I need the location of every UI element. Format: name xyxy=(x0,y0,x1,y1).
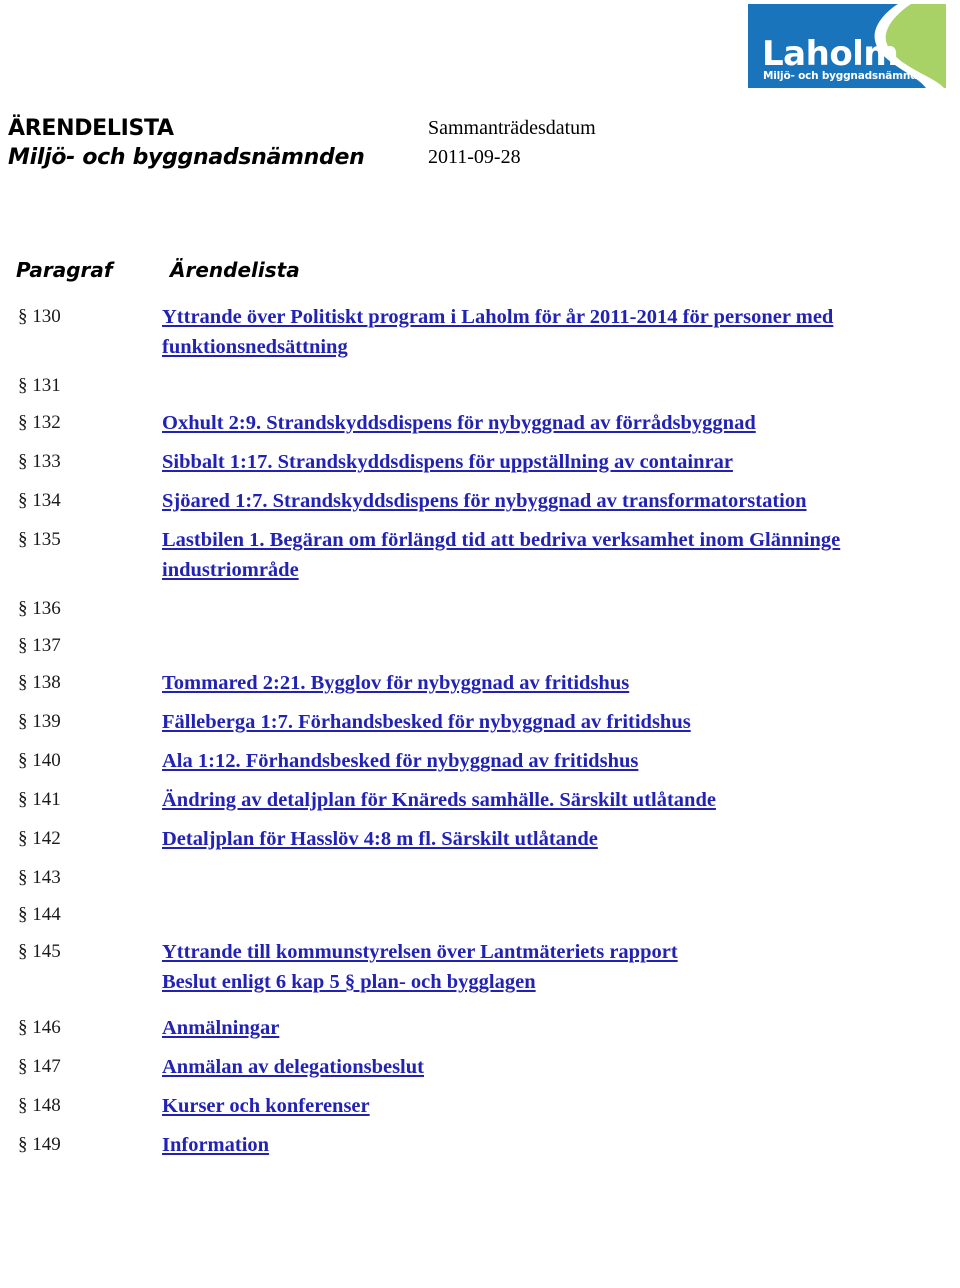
agenda-item-empty xyxy=(162,631,878,661)
paragraph-number: § 139 xyxy=(18,711,61,732)
paragraph-number: § 144 xyxy=(18,904,61,925)
paragraph-number: § 131 xyxy=(18,375,61,396)
agenda-row: § 138 Tommared 2:21. Bygglov för nybyggna… xyxy=(8,668,948,698)
column-header-agenda: Ärendelista xyxy=(170,258,300,282)
document-header: ÄRENDELISTA Sammanträdesdatum Miljö- och… xyxy=(8,116,948,174)
header-row-bottom: Miljö- och byggnadsnämnden 2011-09-28 xyxy=(8,145,948,174)
agenda-item-empty xyxy=(162,371,878,401)
agenda-row: § 137 xyxy=(8,631,948,661)
agenda-item-line[interactable]: Yttrande till kommunstyrelsen över Lantm… xyxy=(162,941,678,963)
paragraph-number: § 140 xyxy=(18,750,61,771)
committee-name: Miljö- och byggnadsnämnden xyxy=(8,145,365,170)
agenda-item-link[interactable]: Tommared 2:21. Bygglov för nybyggnad av … xyxy=(162,668,878,698)
agenda-item-link[interactable]: Ala 1:12. Förhandsbesked för nybyggnad a… xyxy=(162,746,878,776)
paragraph-number: § 134 xyxy=(18,490,61,511)
agenda-item-line[interactable]: Information xyxy=(162,1134,269,1156)
agenda-list: Paragraf Ärendelista § 130 Yttrande över … xyxy=(8,258,948,1169)
agenda-item-link[interactable]: Lastbilen 1. Begäran om förlängd tid att… xyxy=(162,525,878,585)
agenda-item-line[interactable]: Beslut enligt 6 kap 5 § plan- och byggla… xyxy=(162,971,536,993)
agenda-item-empty xyxy=(162,594,878,624)
agenda-row: § 141 Ändring av detaljplan för Knäreds s… xyxy=(8,785,948,815)
agenda-row: § 134 Sjöared 1:7. Strandskyddsdispens fö… xyxy=(8,486,948,516)
agenda-item-link[interactable]: Oxhult 2:9. Strandskyddsdispens för nyby… xyxy=(162,408,878,438)
logo-wordmark: Laholm xyxy=(762,34,899,74)
agenda-item-line[interactable]: Lastbilen 1. Begäran om förlängd tid att… xyxy=(162,529,840,581)
paragraph-number: § 143 xyxy=(18,867,61,888)
agenda-item-link[interactable]: Anmälningar xyxy=(162,1013,878,1043)
paragraph-number: § 148 xyxy=(18,1095,61,1116)
agenda-row: § 142 Detaljplan för Hasslöv 4:8 m fl. Sä… xyxy=(8,824,948,854)
agenda-item-line[interactable]: Sibbalt 1:17. Strandskyddsdispens för up… xyxy=(162,451,733,473)
agenda-item-link[interactable]: Information xyxy=(162,1130,878,1160)
agenda-row: § 130 Yttrande över Politiskt program i L… xyxy=(8,302,948,362)
agenda-row: § 148 Kurser och konferenser xyxy=(8,1091,948,1121)
agenda-item-link[interactable]: Anmälan av delegationsbeslut xyxy=(162,1052,878,1082)
paragraph-number: § 146 xyxy=(18,1017,61,1038)
column-header-paragraph: Paragraf xyxy=(16,258,113,282)
agenda-item-line[interactable]: Fälleberga 1:7. Förhandsbesked för nybyg… xyxy=(162,711,691,733)
agenda-item-link[interactable]: Ändring av detaljplan för Knäreds samhäl… xyxy=(162,785,878,815)
paragraph-number: § 132 xyxy=(18,412,61,433)
agenda-item-line[interactable]: Detaljplan för Hasslöv 4:8 m fl. Särskil… xyxy=(162,828,598,850)
agenda-row: § 139 Fälleberga 1:7. Förhandsbesked för … xyxy=(8,707,948,737)
agenda-item-line[interactable]: Yttrande över Politiskt program i Laholm… xyxy=(162,306,833,358)
agenda-row: § 140 Ala 1:12. Förhandsbesked för nybygg… xyxy=(8,746,948,776)
agenda-item-line[interactable]: Anmälningar xyxy=(162,1017,279,1039)
agenda-row: § 135 Lastbilen 1. Begäran om förlängd ti… xyxy=(8,525,948,585)
agenda-row: § 131 xyxy=(8,371,948,401)
paragraph-number: § 133 xyxy=(18,451,61,472)
paragraph-number: § 142 xyxy=(18,828,61,849)
paragraph-number: § 147 xyxy=(18,1056,61,1077)
paragraph-number: § 149 xyxy=(18,1134,61,1155)
agenda-item-link[interactable]: Kurser och konferenser xyxy=(162,1091,878,1121)
agenda-row: § 143 xyxy=(8,863,948,893)
agenda-row: § 136 xyxy=(8,594,948,624)
agenda-item-line[interactable]: Tommared 2:21. Bygglov för nybyggnad av … xyxy=(162,672,629,694)
agenda-item-link[interactable]: Sibbalt 1:17. Strandskyddsdispens för up… xyxy=(162,447,878,477)
paragraph-number: § 130 xyxy=(18,306,61,327)
paragraph-number: § 138 xyxy=(18,672,61,693)
agenda-row: § 147 Anmälan av delegationsbeslut xyxy=(8,1052,948,1082)
agenda-item-line[interactable]: Oxhult 2:9. Strandskyddsdispens för nyby… xyxy=(162,412,756,434)
paragraph-number: § 135 xyxy=(18,529,61,550)
agenda-item-empty xyxy=(162,863,878,893)
agenda-item-empty xyxy=(162,900,878,930)
laholm-logo: Laholm Miljö- och byggnadsnämnd xyxy=(748,4,946,88)
meeting-date-label: Sammanträdesdatum xyxy=(428,117,596,139)
header-row-top: ÄRENDELISTA Sammanträdesdatum xyxy=(8,116,948,145)
agenda-row: § 145 Yttrande till kommunstyrelsen över … xyxy=(8,937,948,997)
paragraph-number: § 136 xyxy=(18,598,61,619)
agenda-item-line[interactable]: Anmälan av delegationsbeslut xyxy=(162,1056,424,1078)
paragraph-number: § 137 xyxy=(18,635,61,656)
agenda-row: § 149 Information xyxy=(8,1130,948,1160)
agenda-row: § 132 Oxhult 2:9. Strandskyddsdispens för… xyxy=(8,408,948,438)
agenda-item-link[interactable]: Fälleberga 1:7. Förhandsbesked för nybyg… xyxy=(162,707,878,737)
document-type-title: ÄRENDELISTA xyxy=(8,116,174,141)
agenda-item-line[interactable]: Ändring av detaljplan för Knäreds samhäl… xyxy=(162,789,716,811)
agenda-item-link[interactable]: Detaljplan för Hasslöv 4:8 m fl. Särskil… xyxy=(162,824,878,854)
agenda-row: § 146 Anmälningar xyxy=(8,1013,948,1043)
meeting-date-value: 2011-09-28 xyxy=(428,146,521,168)
agenda-item-link[interactable]: Yttrande över Politiskt program i Laholm… xyxy=(162,302,878,362)
agenda-row: § 133 Sibbalt 1:17. Strandskyddsdispens f… xyxy=(8,447,948,477)
agenda-rows: § 130 Yttrande över Politiskt program i L… xyxy=(8,302,948,1160)
paragraph-number: § 145 xyxy=(18,941,61,962)
agenda-item-line[interactable]: Ala 1:12. Förhandsbesked för nybyggnad a… xyxy=(162,750,638,772)
agenda-item-line[interactable]: Sjöared 1:7. Strandskyddsdispens för nyb… xyxy=(162,490,807,512)
column-header-row: Paragraf Ärendelista xyxy=(8,258,948,302)
agenda-item-link[interactable]: Yttrande till kommunstyrelsen över Lantm… xyxy=(162,937,878,997)
agenda-item-link[interactable]: Sjöared 1:7. Strandskyddsdispens för nyb… xyxy=(162,486,878,516)
agenda-item-line[interactable]: Kurser och konferenser xyxy=(162,1095,370,1117)
logo-subtitle: Miljö- och byggnadsnämnd xyxy=(763,70,918,82)
agenda-row: § 144 xyxy=(8,900,948,930)
paragraph-number: § 141 xyxy=(18,789,61,810)
